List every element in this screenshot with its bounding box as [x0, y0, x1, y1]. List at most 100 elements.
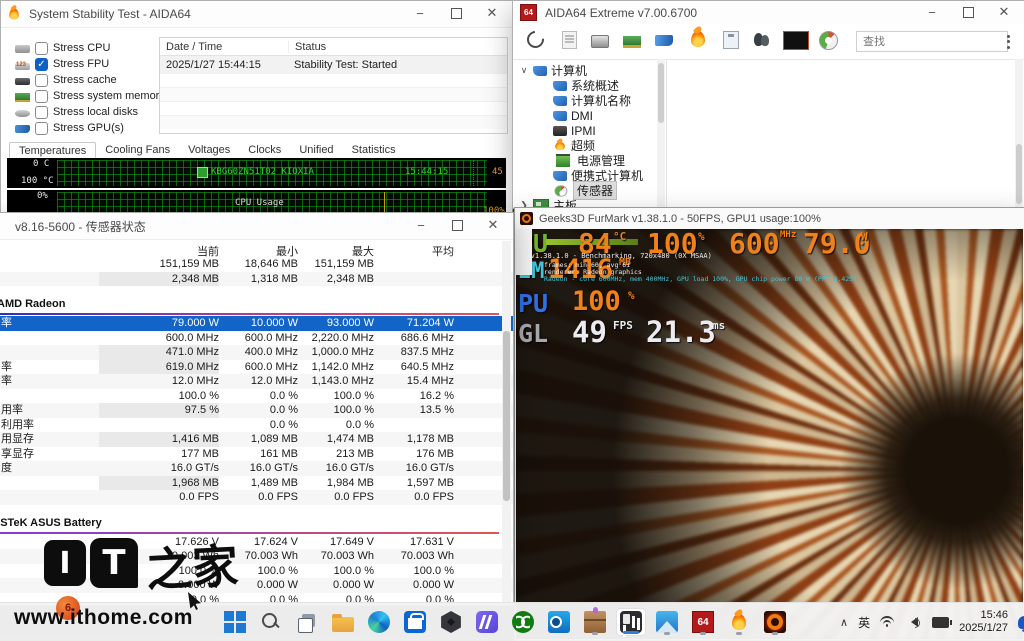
store-icon: [404, 611, 426, 633]
tree-item-系统概述[interactable]: 系统概述: [539, 78, 619, 93]
clock[interactable]: 15:46 2025/1/27: [959, 609, 1008, 635]
sensor-title-bar[interactable]: v8.16-5600 - 传感器状态 − ✕: [0, 213, 513, 240]
taskbar-outlook[interactable]: [544, 608, 574, 636]
taskbar-store[interactable]: [400, 608, 430, 636]
tree-item-IPMI[interactable]: IPMI: [539, 123, 596, 138]
toolbar-osd-icon[interactable]: [783, 31, 805, 51]
taskbar-sensor-panel[interactable]: [616, 608, 646, 636]
taskbar-file-explorer[interactable]: [328, 608, 358, 636]
stress-option-stress-system-memory[interactable]: Stress system memory: [15, 89, 165, 103]
stability-title-bar[interactable]: System Stability Test - AIDA64 − ✕: [1, 1, 512, 28]
stress-option-stress-cache[interactable]: Stress cache: [15, 73, 117, 87]
close-button[interactable]: ✕: [474, 1, 510, 25]
taskbar-aida64[interactable]: 64: [688, 608, 718, 636]
tree-scrollbar[interactable]: [657, 59, 665, 208]
checkbox[interactable]: [35, 42, 48, 55]
tab-cooling-fans[interactable]: Cooling Fans: [96, 142, 179, 158]
sensor-row[interactable]: 1,968 MB1,489 MB1,984 MB1,597 MB: [0, 476, 513, 491]
tab-statistics[interactable]: Statistics: [343, 142, 405, 158]
sensor-row[interactable]: 率12.0 MHz12.0 MHz1,143.0 MHz15.4 MHz: [0, 374, 513, 389]
close-button[interactable]: ✕: [475, 213, 511, 237]
tree-item-DMI[interactable]: DMI: [539, 108, 593, 123]
furmark-title-bar[interactable]: Geeks3D FurMark v1.38.1.0 - 50FPS, GPU1 …: [515, 208, 1024, 230]
taskbar-xbox[interactable]: [508, 608, 538, 636]
taskbar-package-app[interactable]: [580, 608, 610, 636]
taskbar-stability-flame[interactable]: [724, 608, 754, 636]
tree-item-电源管理[interactable]: 电源管理: [539, 153, 625, 168]
toolbar-flame-icon[interactable]: [691, 31, 713, 51]
sensor-row[interactable]: 2,348 MB1,318 MB2,348 MB: [0, 272, 513, 287]
maximize-button[interactable]: [950, 1, 986, 23]
checkbox[interactable]: [35, 74, 48, 87]
taskbar-search[interactable]: [256, 608, 286, 636]
taskbar-furmark[interactable]: [760, 608, 790, 636]
taskbar-armoury-crate[interactable]: [436, 608, 466, 636]
aida-title-bar[interactable]: 64 AIDA64 Extreme v7.00.6700 − ✕: [513, 1, 1024, 25]
taskbar-task-view[interactable]: [292, 608, 322, 636]
toolbar-gpu-icon[interactable]: [655, 31, 677, 51]
toolbar-memory-icon[interactable]: [623, 31, 645, 51]
sensor-row[interactable]: 利用率0.0 %0.0 %: [0, 418, 513, 433]
stress-option-stress-gpu-s-[interactable]: Stress GPU(s): [15, 121, 124, 135]
toolbar-users-icon[interactable]: [753, 31, 775, 51]
tree-item-计算机名称[interactable]: 计算机名称: [539, 93, 631, 108]
minimize-button[interactable]: −: [914, 1, 950, 23]
sensor-row[interactable]: 率619.0 MHz600.0 MHz1,142.0 MHz640.5 MHz: [0, 360, 513, 375]
search-input[interactable]: [856, 31, 1008, 52]
toolbar-refresh-icon[interactable]: [527, 31, 549, 51]
tree-item-传感器[interactable]: 传感器: [539, 183, 617, 198]
sensor-row[interactable]: 600.0 MHz600.0 MHz2,220.0 MHz686.6 MHz: [0, 331, 513, 346]
checkbox[interactable]: [35, 106, 48, 119]
maximize-button[interactable]: [438, 1, 474, 25]
tree-item-超频[interactable]: 超频: [539, 138, 595, 153]
log-col-datetime[interactable]: Date / Time: [160, 41, 289, 53]
close-button[interactable]: ✕: [986, 1, 1022, 23]
log-col-status[interactable]: Status: [289, 41, 326, 53]
sensor-row[interactable]: 用率97.5 %0.0 %100.0 %13.5 %: [0, 403, 513, 418]
taskbar-purple-a-app[interactable]: [472, 608, 502, 636]
notification-bell-icon[interactable]: [1018, 616, 1024, 629]
memory-icon: [15, 93, 30, 102]
sensor-row[interactable]: 享显存177 MB161 MB213 MB176 MB: [0, 447, 513, 462]
tree-chevron[interactable]: ∨: [519, 65, 529, 76]
toolbar-report-icon[interactable]: [559, 31, 581, 51]
ime-indicator[interactable]: 英: [858, 614, 870, 631]
taskbar-edge[interactable]: [364, 608, 394, 636]
checkbox[interactable]: ✓: [35, 58, 48, 71]
tab-temperatures[interactable]: Temperatures: [9, 142, 96, 159]
tree-item-计算机[interactable]: ∨计算机: [519, 63, 587, 78]
stress-option-stress-fpu[interactable]: ✓Stress FPU: [15, 57, 109, 71]
toolbar-summary-icon[interactable]: [723, 31, 745, 51]
checkbox[interactable]: [35, 122, 48, 135]
taskbar-start[interactable]: [220, 608, 250, 636]
sensor-scrollbar[interactable]: [502, 241, 511, 603]
checkbox[interactable]: [35, 90, 48, 103]
sensor-row[interactable]: 100.0 %0.0 %100.0 %16.2 %: [0, 389, 513, 404]
sensor-row[interactable]: 0.0 FPS0.0 FPS0.0 FPS0.0 FPS: [0, 490, 513, 505]
sensor-row[interactable]: 用显存1,416 MB1,089 MB1,474 MB1,178 MB: [0, 432, 513, 447]
volume-icon[interactable]: [906, 617, 918, 627]
sensor-row[interactable]: 度16.0 GT/s16.0 GT/s16.0 GT/s16.0 GT/s: [0, 461, 513, 476]
flame-icon: [9, 8, 19, 19]
toolbar-cpu-icon[interactable]: [591, 31, 613, 51]
log-datetime: 2025/1/27 15:44:15: [160, 59, 288, 71]
maximize-button[interactable]: [439, 213, 475, 237]
sensor-row[interactable]: 率79.000 W10.000 W93.000 W71.204 W: [0, 316, 513, 331]
tray-chevron-icon[interactable]: ∧: [840, 616, 848, 629]
log-row[interactable]: 2025/1/27 15:44:15 Stability Test: Start…: [160, 56, 507, 73]
taskbar-photos[interactable]: [652, 608, 682, 636]
stress-option-stress-cpu[interactable]: Stress CPU: [15, 41, 110, 55]
tab-voltages[interactable]: Voltages: [179, 142, 239, 158]
sensor-row[interactable]: 471.0 MHz400.0 MHz1,000.0 MHz837.5 MHz: [0, 345, 513, 360]
minimize-button[interactable]: −: [403, 213, 439, 237]
panel-scrollbar[interactable]: [1015, 59, 1023, 208]
wifi-icon[interactable]: [880, 616, 896, 628]
sensor-row[interactable]: 151,159 MB18,646 MB151,159 MB: [0, 257, 513, 272]
more-menu-button[interactable]: [1007, 32, 1011, 51]
tab-unified[interactable]: Unified: [290, 142, 342, 158]
stress-option-stress-local-disks[interactable]: Stress local disks: [15, 105, 138, 119]
battery-icon[interactable]: [932, 617, 949, 628]
toolbar-gauge-icon[interactable]: [819, 31, 841, 51]
tab-clocks[interactable]: Clocks: [239, 142, 290, 158]
minimize-button[interactable]: −: [402, 1, 438, 25]
